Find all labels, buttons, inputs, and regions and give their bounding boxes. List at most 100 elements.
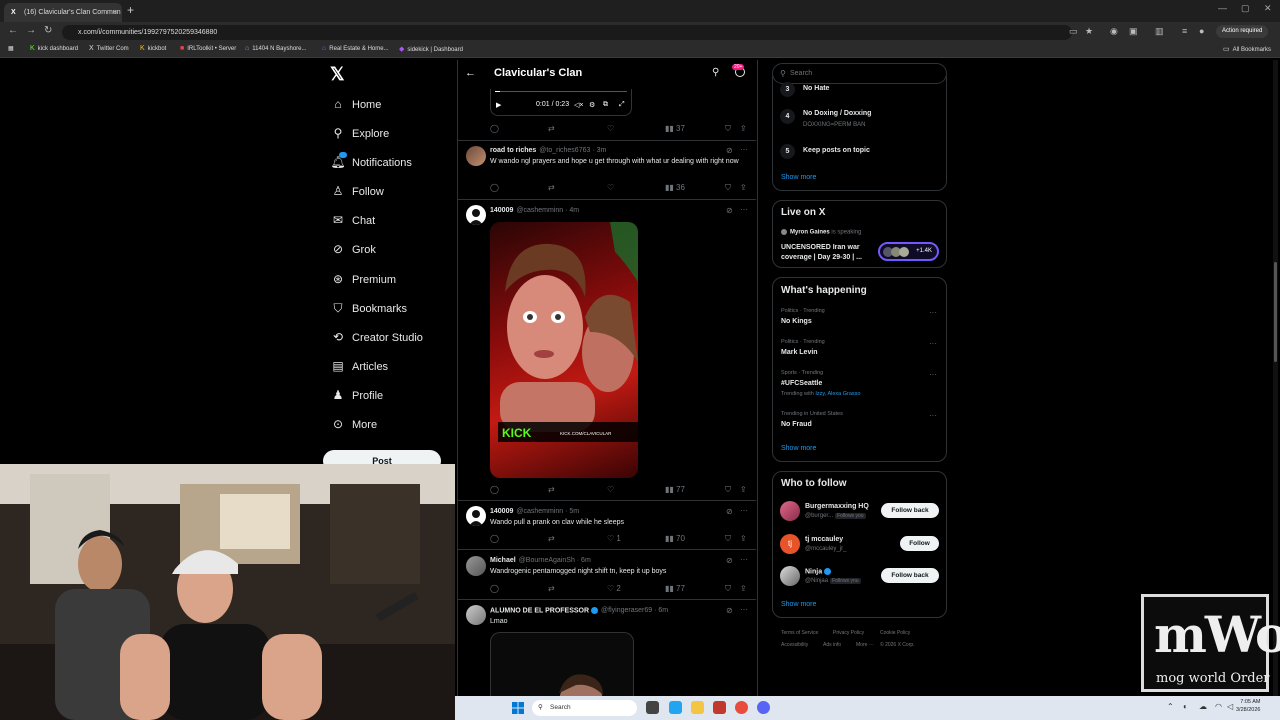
follow-suggestion-name[interactable]: Burgermaxxing HQ [805,503,869,510]
reload-icon[interactable]: ↻ [44,25,52,36]
x-logo-icon[interactable]: 𝕏 [330,64,345,85]
bookmark-kickbot[interactable]: Kkickbot [140,45,166,52]
url-field[interactable]: x.com/i/communities/1992797520259346880 [62,25,1072,40]
reply-icon[interactable]: ◯ [490,485,499,494]
trend-title[interactable]: #UFCSeattle [781,380,822,387]
tweet-author[interactable]: road to riches @to_riches6763 · 3m [490,147,606,154]
like-icon[interactable]: ♡ 2 [607,584,621,593]
live-title[interactable]: UNCENSORED Iran war coverage | Day 29-30… [781,243,876,263]
minimize-icon[interactable]: — [1218,3,1227,13]
follow-suggestion-name[interactable]: tj mccauley [805,536,843,543]
fullscreen-icon[interactable]: ⤢ [619,101,625,109]
taskbar-search[interactable]: ⚲ Search [532,700,637,716]
repost-icon[interactable]: ⇄ [548,534,555,543]
views-icon[interactable]: ▮▮ 37 [665,124,685,133]
action-required-button[interactable]: Action required [1216,25,1269,38]
app-icon[interactable] [713,701,726,714]
tweet-author[interactable]: 140009 @cashemminn · 5m [490,508,579,515]
share-icon[interactable]: ⇪ [740,485,747,494]
taskbar-clock[interactable]: 7:05 AM 3/28/2026 [1236,698,1260,714]
like-icon[interactable]: ♡ 1 [607,534,621,543]
nav-more[interactable]: ⊙ More [330,417,377,431]
bookmark-kick-dashboard[interactable]: Kkick dashboard [30,45,78,52]
bookmark-action-icon[interactable]: ⛉ [725,485,731,495]
nav-bookmarks[interactable]: ⛉ Bookmarks [330,301,407,316]
bookmark-action-icon[interactable]: ⛉ [725,584,731,594]
show-more-link[interactable]: Show more [781,601,816,608]
share-icon[interactable]: ⇪ [740,584,747,593]
pip-icon[interactable]: ⧉ [603,101,608,109]
grok-icon[interactable]: ⊘ [726,507,733,516]
tab-close-icon[interactable]: × [113,3,117,22]
tweet-author[interactable]: ALUMNO DE EL PROFESSOR @flyingeraser69 · … [490,607,668,614]
follow-suggestion-name[interactable]: Ninja [805,568,832,575]
footer-terms[interactable]: Terms of Service [781,630,818,636]
show-more-link[interactable]: Show more [781,174,816,181]
tweet-author[interactable]: Michael @BourneAgainSh · 6m [490,557,591,564]
play-icon[interactable]: ▶ [496,101,501,109]
more-dots-icon[interactable]: ··· [740,506,748,515]
trend-title[interactable]: No Kings [781,318,812,325]
avatar[interactable] [466,605,486,625]
nav-premium[interactable]: ⊛ Premium [330,272,396,286]
trend-more-icon[interactable]: ··· [929,308,937,317]
bookmark-action-icon[interactable]: ⛉ [725,534,731,544]
views-icon[interactable]: ▮▮ 36 [665,183,685,192]
new-tab-icon[interactable]: + [127,3,134,17]
extension-icon[interactable]: ◉ [1110,26,1118,37]
trend-more-icon[interactable]: ··· [929,411,937,420]
forward-icon[interactable]: → [26,25,36,36]
reply-icon[interactable]: ◯ [490,183,499,192]
footer-cookie[interactable]: Cookie Policy [880,630,910,636]
nav-notifications[interactable]: 🔔︎ Notifications [330,152,412,169]
discord-icon[interactable] [757,701,770,714]
repost-icon[interactable]: ⇄ [548,124,555,133]
community-search-icon[interactable]: ⚲ [712,67,719,78]
grok-icon[interactable]: ⊘ [726,146,733,155]
nav-creator-studio[interactable]: ⟲ Creator Studio [330,330,423,344]
more-dots-icon[interactable]: ··· [740,145,748,154]
avatar[interactable] [466,146,486,166]
chrome-icon[interactable] [735,701,748,714]
trend-title[interactable]: No Fraud [781,421,812,428]
scrollbar-thumb[interactable] [1274,262,1277,362]
nav-articles[interactable]: ▤ Articles [330,359,388,373]
settings-gear-icon[interactable]: ⚙ [589,101,595,109]
volume-icon[interactable]: ◁ [1227,702,1233,711]
video-progress-track[interactable] [495,91,627,92]
grok-icon[interactable]: ⊘ [726,556,733,565]
show-more-link[interactable]: Show more [781,445,816,452]
nav-chat[interactable]: ✉ Chat [330,213,375,227]
bookmark-sidekick[interactable]: ◆ sidekick | Dashboard [399,45,463,53]
mute-icon[interactable]: ◁× [574,101,583,109]
bookmark-action-icon[interactable]: ⛉ [725,124,731,134]
reply-icon[interactable]: ◯ [490,534,499,543]
nav-home[interactable]: ⌂ Home [330,97,381,111]
trend-more-icon[interactable]: ··· [929,339,937,348]
wifi-icon[interactable]: ◠ [1215,702,1222,711]
edge-icon[interactable] [669,701,682,714]
trend-more-icon[interactable]: ··· [929,370,937,379]
page-scrollbar[interactable] [1273,60,1278,696]
views-icon[interactable]: ▮▮ 77 [665,584,685,593]
footer-accessibility[interactable]: Accessibility [781,642,808,648]
menu-lines-icon[interactable]: ≡ [1182,26,1187,36]
avatar[interactable] [466,556,486,576]
tray-cloud-icon[interactable]: ☁ [1199,702,1207,711]
share-icon[interactable]: ⇪ [740,534,747,543]
profile-avatar-icon[interactable]: ● [1199,26,1204,36]
like-icon[interactable]: ♡ [607,485,614,494]
apps-icon[interactable]: ▦ [8,45,14,52]
grok-icon[interactable]: ⊘ [726,606,733,615]
tweet-author[interactable]: 140009 @cashemminn · 4m [490,207,579,214]
sidepanel-icon[interactable]: ▥ [1155,26,1164,37]
avatar[interactable] [466,506,486,526]
nav-follow[interactable]: ♙ Follow [330,184,384,198]
file-explorer-icon[interactable] [691,701,704,714]
like-icon[interactable]: ♡ [607,183,614,192]
tweet-image[interactable] [490,632,634,696]
bookmark-action-icon[interactable]: ⛉ [725,183,731,193]
live-listeners-pill[interactable]: +1.4K [878,242,939,261]
reply-icon[interactable]: ◯ [490,124,499,133]
back-arrow-icon[interactable]: ← [465,67,476,79]
